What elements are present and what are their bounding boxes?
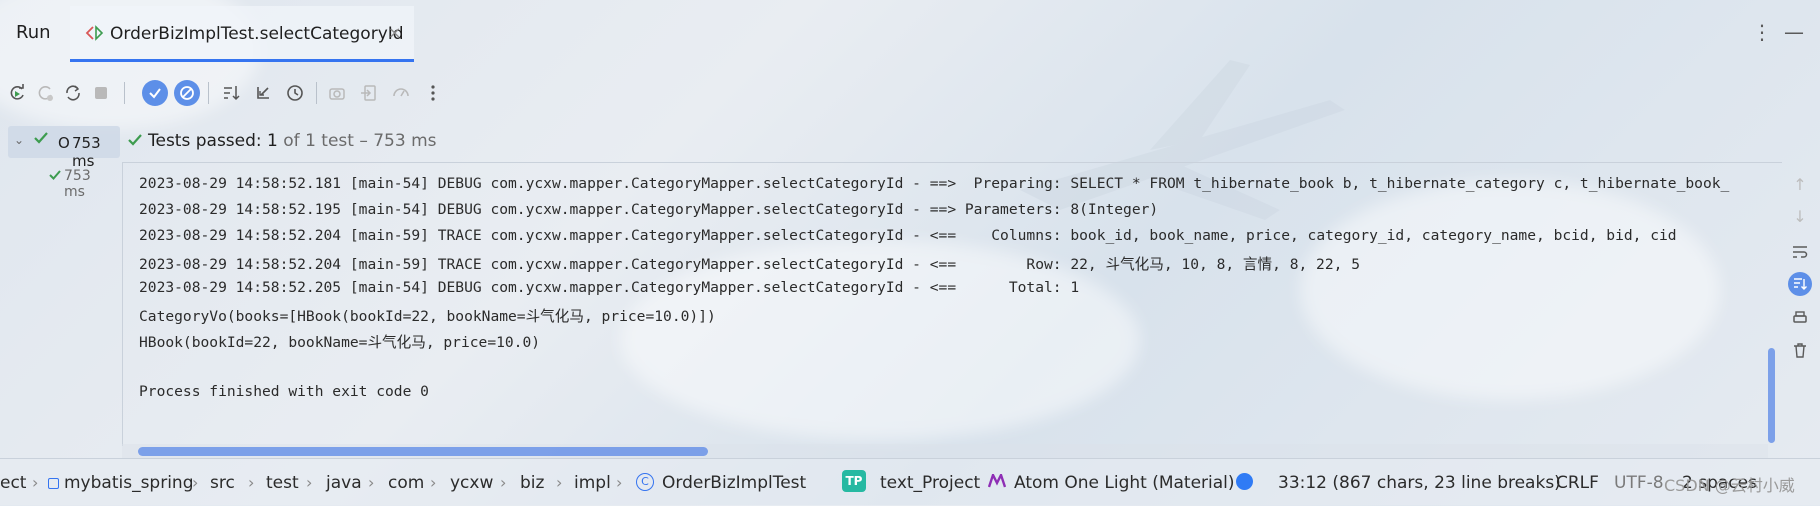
check-icon (49, 170, 61, 180)
breadcrumb-item[interactable]: test (266, 473, 299, 493)
breadcrumb-item[interactable]: java (326, 473, 362, 493)
scroll-to-end-icon[interactable] (1788, 272, 1812, 296)
breadcrumb-item[interactable]: src (210, 473, 235, 493)
breadcrumb-separator: › (556, 473, 563, 492)
rerun-icon[interactable] (4, 80, 30, 106)
console-line: 2023-08-29 14:58:52.195 [main-54] DEBUG … (139, 201, 1159, 218)
trash-icon[interactable] (1788, 338, 1812, 362)
project-badge: TP (842, 470, 866, 492)
console-line: 2023-08-29 14:58:52.181 [main-54] DEBUG … (139, 175, 1730, 192)
console-output[interactable]: 2023-08-29 14:58:52.181 [main-54] DEBUG … (122, 163, 1769, 446)
more-vertical-icon[interactable]: ⋮ (1752, 20, 1772, 44)
test-tree: ⌄ O 753 ms 753 ms (0, 122, 122, 444)
console-line: CategoryVo(books=[HBook(bookId=22, bookN… (139, 308, 716, 325)
tab-run-configuration[interactable]: OrderBizImplTest.selectCategoryId × (70, 6, 414, 62)
sort-duration-icon[interactable] (250, 80, 276, 106)
breadcrumb-separator: › (616, 473, 623, 492)
test-status-bar: Tests passed: 1 of 1 test – 753 ms (122, 122, 1782, 163)
breadcrumb-item[interactable]: mybatis_spring (64, 473, 194, 493)
breadcrumb-separator: › (430, 473, 437, 492)
test-tree-root[interactable]: ⌄ O 753 ms (8, 126, 120, 170)
status-dot-icon[interactable] (1236, 473, 1253, 490)
breadcrumb-separator: › (192, 473, 199, 492)
breadcrumb-separator: › (306, 473, 313, 492)
coverage-icon[interactable] (388, 80, 414, 106)
more-icon[interactable] (420, 80, 446, 106)
vertical-scrollbar-thumb[interactable] (1768, 348, 1775, 443)
run-label: Run (16, 22, 51, 43)
console-line: HBook(bookId=22, bookName=斗气化马, price=10… (139, 334, 541, 351)
history-icon[interactable] (282, 80, 308, 106)
tests-passed-rest: of 1 test – 753 ms (283, 131, 437, 151)
cursor-position[interactable]: 33:12 (867 chars, 23 line breaks) (1278, 473, 1561, 493)
class-icon: C (636, 473, 654, 491)
horizontal-scrollbar-thumb[interactable] (138, 447, 708, 456)
stop-icon[interactable] (88, 80, 114, 106)
run-config-icon (85, 25, 104, 41)
toggle-auto-test-icon[interactable] (60, 80, 86, 106)
breadcrumb-separator: › (32, 473, 39, 492)
toolbar-separator (124, 82, 125, 104)
line-separator[interactable]: CRLF (1556, 473, 1599, 493)
console-line: Process finished with exit code 0 (139, 383, 429, 400)
console-side-toolbar: ↑ ↓ (1780, 160, 1820, 460)
breadcrumb-item[interactable]: ycxw (450, 473, 493, 493)
console-line: 2023-08-29 14:58:52.204 [main-59] TRACE … (139, 227, 1677, 244)
print-icon[interactable] (1788, 306, 1812, 330)
material-theme-icon (988, 474, 1006, 488)
chevron-down-icon[interactable]: ⌄ (14, 133, 24, 147)
tab-title: OrderBizImplTest.selectCategoryId (110, 24, 404, 44)
breadcrumb-item[interactable]: OrderBizImplTest (662, 473, 806, 493)
show-passed-icon[interactable] (142, 80, 168, 106)
status-bar: ect › mybatis_spring › src › test › java… (0, 458, 1820, 506)
console-line: 2023-08-29 14:58:52.204 [main-59] TRACE … (139, 256, 1360, 273)
test-root-time: 753 ms (72, 134, 101, 170)
soft-wrap-icon[interactable] (1788, 240, 1812, 264)
arrow-down-icon[interactable]: ↓ (1788, 204, 1812, 228)
test-child-time: 753 ms (64, 168, 91, 200)
rerun-failed-icon[interactable] (32, 80, 58, 106)
theme-name[interactable]: Atom One Light (Material) (1014, 473, 1235, 493)
run-toolbar (0, 74, 460, 114)
tests-passed-summary: Tests passed: 1 of 1 test – 753 ms (148, 131, 437, 151)
breadcrumb-item[interactable]: impl (574, 473, 611, 493)
close-icon[interactable]: × (388, 23, 401, 42)
check-icon (34, 132, 48, 144)
arrow-up-icon[interactable]: ↑ (1788, 172, 1812, 196)
toolbar-separator (208, 82, 209, 104)
test-root-name: O (58, 134, 70, 152)
breadcrumb-item[interactable]: biz (520, 473, 544, 493)
tests-passed-label: Tests passed: (148, 131, 262, 151)
breadcrumb-separator: › (500, 473, 507, 492)
run-tool-window-header: Run OrderBizImplTest.selectCategoryId × … (0, 0, 1820, 68)
file-encoding[interactable]: UTF-8 (1614, 473, 1664, 493)
minimize-icon[interactable]: — (1784, 20, 1804, 44)
screenshot-icon[interactable] (324, 80, 350, 106)
tests-passed-count: 1 (267, 131, 278, 151)
show-ignored-icon[interactable] (174, 80, 200, 106)
import-icon[interactable] (356, 80, 382, 106)
project-name[interactable]: text_Project (880, 473, 980, 493)
watermark: CSDN @云村小威 (1664, 476, 1795, 495)
breadcrumb-item[interactable]: com (388, 473, 424, 493)
sort-alpha-icon[interactable] (218, 80, 244, 106)
breadcrumb-separator: › (368, 473, 375, 492)
toolbar-separator (316, 82, 317, 104)
module-icon (48, 478, 59, 489)
check-icon (128, 134, 142, 146)
breadcrumb-separator: › (248, 473, 255, 492)
console-line: 2023-08-29 14:58:52.205 [main-54] DEBUG … (139, 279, 1080, 296)
breadcrumb-item[interactable]: ect (0, 473, 26, 493)
